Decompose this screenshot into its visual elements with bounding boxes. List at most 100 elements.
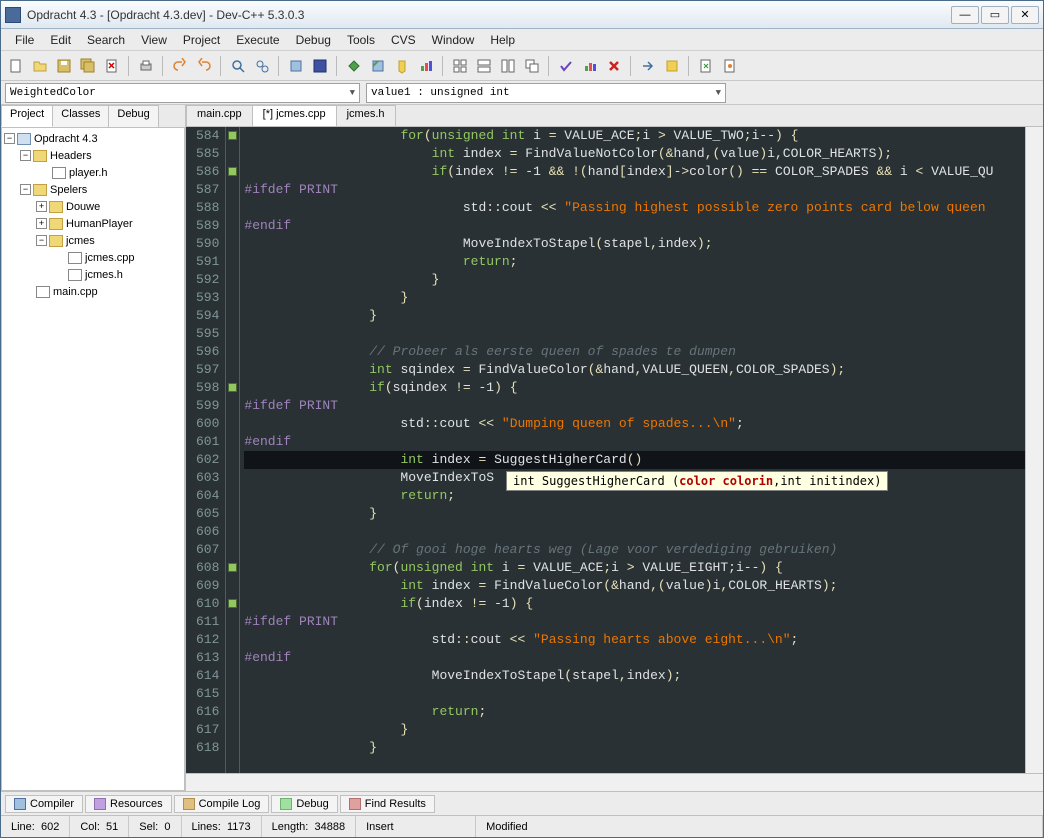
- btab-find[interactable]: Find Results: [340, 795, 435, 813]
- close-file-icon[interactable]: [101, 55, 123, 77]
- close-button[interactable]: ✕: [1011, 6, 1039, 24]
- editor-area: main.cpp [*] jcmes.cpp jcmes.h 584585586…: [186, 105, 1043, 791]
- toggle-icon[interactable]: [719, 55, 741, 77]
- menu-search[interactable]: Search: [79, 31, 133, 49]
- undo-icon[interactable]: [169, 55, 191, 77]
- menu-project[interactable]: Project: [175, 31, 228, 49]
- tooltip-prefix: int SuggestHigherCard (: [513, 474, 679, 488]
- minimize-button[interactable]: ―: [951, 6, 979, 24]
- main-area: Project Classes Debug −Opdracht 4.3 −Hea…: [1, 105, 1043, 791]
- maximize-button[interactable]: ▭: [981, 6, 1009, 24]
- menu-tools[interactable]: Tools: [339, 31, 383, 49]
- print-icon[interactable]: [135, 55, 157, 77]
- tile-v-icon[interactable]: [497, 55, 519, 77]
- new-file-icon[interactable]: [5, 55, 27, 77]
- stats-icon[interactable]: [579, 55, 601, 77]
- menu-help[interactable]: Help: [482, 31, 523, 49]
- tree-file[interactable]: jcmes.h: [4, 266, 182, 283]
- tree-folder-humanplayer[interactable]: +HumanPlayer: [4, 215, 182, 232]
- class-combo-value: WeightedColor: [10, 87, 96, 99]
- file-tab-main[interactable]: main.cpp: [186, 105, 253, 126]
- tile-h-icon[interactable]: [473, 55, 495, 77]
- tree-file[interactable]: player.h: [4, 164, 182, 181]
- debug-icon[interactable]: [391, 55, 413, 77]
- file-tab-jcmes-h[interactable]: jcmes.h: [336, 105, 396, 126]
- save-icon[interactable]: [53, 55, 75, 77]
- tree-folder-headers[interactable]: −Headers: [4, 147, 182, 164]
- goto-icon[interactable]: [637, 55, 659, 77]
- save-all-icon[interactable]: [77, 55, 99, 77]
- tree-folder-douwe[interactable]: +Douwe: [4, 198, 182, 215]
- menu-bar: File Edit Search View Project Execute De…: [1, 29, 1043, 51]
- tooltip-suffix: ,int initindex): [773, 474, 881, 488]
- horizontal-scrollbar[interactable]: [186, 773, 1043, 791]
- status-col: Col: 51: [70, 816, 129, 837]
- toolbar: [1, 51, 1043, 81]
- tree-folder-jcmes[interactable]: −jcmes: [4, 232, 182, 249]
- btab-debug[interactable]: Debug: [271, 795, 337, 813]
- menu-view[interactable]: View: [133, 31, 175, 49]
- tab-classes[interactable]: Classes: [52, 105, 109, 127]
- open-icon[interactable]: [29, 55, 51, 77]
- file-tab-jcmes-cpp[interactable]: [*] jcmes.cpp: [252, 105, 337, 126]
- fold-column[interactable]: [226, 127, 240, 773]
- project-tree[interactable]: −Opdracht 4.3 −Headers player.h −Spelers…: [1, 127, 185, 791]
- vertical-scrollbar[interactable]: [1025, 127, 1043, 773]
- redo-icon[interactable]: [193, 55, 215, 77]
- find-icon[interactable]: [227, 55, 249, 77]
- status-mode: Insert: [356, 816, 476, 837]
- file-icon: [68, 269, 82, 281]
- expand-icon[interactable]: +: [36, 201, 47, 212]
- tab-project[interactable]: Project: [1, 105, 53, 127]
- debug-icon: [280, 798, 292, 810]
- btab-compile-log[interactable]: Compile Log: [174, 795, 270, 813]
- title-bar: Opdracht 4.3 - [Opdracht 4.3.dev] - Dev-…: [1, 1, 1043, 29]
- compile-icon[interactable]: [285, 55, 307, 77]
- tab-debug[interactable]: Debug: [108, 105, 158, 127]
- btab-compiler[interactable]: Compiler: [5, 795, 83, 813]
- parameter-hint-tooltip: int SuggestHigherCard (color colorin,int…: [506, 471, 888, 491]
- collapse-icon[interactable]: −: [36, 235, 47, 246]
- compile-run-icon[interactable]: [343, 55, 365, 77]
- menu-debug[interactable]: Debug: [288, 31, 339, 49]
- menu-edit[interactable]: Edit: [42, 31, 79, 49]
- collapse-icon[interactable]: −: [20, 184, 31, 195]
- menu-window[interactable]: Window: [424, 31, 483, 49]
- side-panel: Project Classes Debug −Opdracht 4.3 −Hea…: [1, 105, 186, 791]
- status-modified: Modified: [476, 816, 1043, 837]
- btab-resources[interactable]: Resources: [85, 795, 172, 813]
- replace-icon[interactable]: [251, 55, 273, 77]
- status-sel: Sel: 0: [129, 816, 181, 837]
- member-combo[interactable]: value1 : unsigned int ▼: [366, 83, 726, 103]
- code-editor[interactable]: 5845855865875885895905915925935945955965…: [186, 127, 1043, 773]
- file-icon: [36, 286, 50, 298]
- cascade-icon[interactable]: [521, 55, 543, 77]
- code-area[interactable]: for(unsigned int i = VALUE_ACE;i > VALUE…: [240, 127, 1025, 773]
- resources-icon: [94, 798, 106, 810]
- tree-folder-spelers[interactable]: −Spelers: [4, 181, 182, 198]
- expand-icon[interactable]: +: [36, 218, 47, 229]
- folder-icon: [33, 184, 47, 196]
- profile-icon[interactable]: [415, 55, 437, 77]
- menu-cvs[interactable]: CVS: [383, 31, 424, 49]
- insert-icon[interactable]: [695, 55, 717, 77]
- class-combo[interactable]: WeightedColor ▼: [5, 83, 360, 103]
- title-text: Opdracht 4.3 - [Opdracht 4.3.dev] - Dev-…: [27, 8, 951, 22]
- run-icon[interactable]: [309, 55, 331, 77]
- tree-file-main[interactable]: main.cpp: [4, 283, 182, 300]
- tree-root[interactable]: −Opdracht 4.3: [4, 130, 182, 147]
- bookmark-icon[interactable]: [661, 55, 683, 77]
- menu-file[interactable]: File: [7, 31, 42, 49]
- new-window-icon[interactable]: [449, 55, 471, 77]
- app-icon: [5, 7, 21, 23]
- stop-icon[interactable]: [603, 55, 625, 77]
- collapse-icon[interactable]: −: [4, 133, 15, 144]
- status-lines: Lines: 1173: [182, 816, 262, 837]
- collapse-icon[interactable]: −: [20, 150, 31, 161]
- tree-file[interactable]: jcmes.cpp: [4, 249, 182, 266]
- menu-execute[interactable]: Execute: [228, 31, 287, 49]
- check-icon[interactable]: [555, 55, 577, 77]
- status-length: Length: 34888: [262, 816, 356, 837]
- compiler-icon: [14, 798, 26, 810]
- rebuild-icon[interactable]: [367, 55, 389, 77]
